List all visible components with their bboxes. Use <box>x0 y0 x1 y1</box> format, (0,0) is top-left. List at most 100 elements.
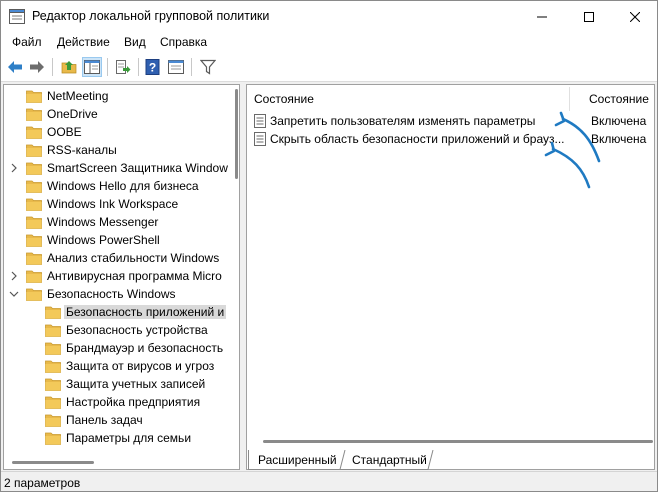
menu-view[interactable]: Вид <box>124 35 146 49</box>
back-arrow-icon <box>8 61 22 73</box>
tree-item-label: NetMeeting <box>47 89 109 103</box>
policy-setting-icon <box>254 114 266 128</box>
tree-item[interactable]: Антивирусная программа Micro <box>4 267 239 285</box>
menu-file[interactable]: Файл <box>12 35 42 49</box>
toolbar-separator <box>107 58 108 76</box>
tree-item[interactable]: SmartScreen Защитника Window <box>4 159 239 177</box>
up-one-level-button[interactable] <box>59 57 79 77</box>
folder-icon <box>26 251 42 265</box>
close-button[interactable] <box>612 1 658 32</box>
tree-item-label: RSS-каналы <box>47 143 117 157</box>
tab-standard-label: Стандартный <box>352 453 427 467</box>
folder-icon <box>26 197 42 211</box>
tree-item-label: Защита от вирусов и угроз <box>66 359 215 373</box>
folder-icon <box>45 395 61 409</box>
folder-icon <box>26 143 42 157</box>
folder-icon <box>45 359 61 373</box>
tree-item-label: Панель задач <box>66 413 143 427</box>
tree-item[interactable]: Защита учетных записей <box>4 375 239 393</box>
tree-item-label: Защита учетных записей <box>66 377 206 391</box>
filter-icon <box>200 59 216 75</box>
tree-item[interactable]: Панель задач <box>4 411 239 429</box>
svg-text:?: ? <box>149 61 156 75</box>
tree-pane: NetMeeting OneDrive OOBE RSS-каналы SmartScr… <box>3 84 240 470</box>
toolbar-separator <box>52 58 53 76</box>
up-folder-icon <box>61 61 77 74</box>
folder-icon <box>26 179 42 193</box>
tree-item[interactable]: RSS-каналы <box>4 141 239 159</box>
column-header-state[interactable]: Состояние <box>570 85 654 112</box>
tree-item[interactable]: Брандмауэр и безопасность <box>4 339 239 357</box>
menu-help[interactable]: Справка <box>160 35 207 49</box>
tree-item-label: Антивирусная программа Micro <box>47 269 222 283</box>
policy-name: Запретить пользователям изменять парамет… <box>270 114 536 128</box>
tree-item[interactable]: Безопасность устройства <box>4 321 239 339</box>
tree-hscroll-thumb[interactable] <box>12 461 94 464</box>
tree-item[interactable]: OOBE <box>4 123 239 141</box>
tree-item[interactable]: Windows Ink Workspace <box>4 195 239 213</box>
column-header-name[interactable]: Состояние <box>247 85 569 112</box>
policy-list-pane: Состояние Состояние Запретить пользовате… <box>246 84 655 470</box>
folder-icon <box>45 323 61 337</box>
tree-item[interactable]: Безопасность Windows <box>4 285 239 303</box>
tab-extended-label: Расширенный <box>258 453 337 467</box>
tree-item-label: Параметры для семьи <box>66 431 192 445</box>
show-hide-tree-button[interactable] <box>82 57 102 77</box>
tree-item[interactable]: NetMeeting <box>4 87 239 105</box>
toolbar: ? <box>1 53 657 82</box>
tree-item-label: OOBE <box>47 125 82 139</box>
back-button[interactable] <box>5 57 25 77</box>
tree-item-label: Windows Ink Workspace <box>47 197 179 211</box>
window-title: Редактор локальной групповой политики <box>32 9 270 23</box>
tree-horizontal-scrollbar[interactable] <box>4 454 232 469</box>
help-button[interactable]: ? <box>143 57 163 77</box>
tree-scroll-thumb[interactable] <box>235 89 238 179</box>
policy-row[interactable]: Скрыть область безопасности приложений и… <box>247 129 654 149</box>
folder-icon <box>26 125 42 139</box>
tree-item[interactable]: OneDrive <box>4 105 239 123</box>
toolbar-separator <box>191 58 192 76</box>
minimize-icon <box>537 16 547 17</box>
folder-icon <box>45 305 61 319</box>
tree-item[interactable]: Windows Messenger <box>4 213 239 231</box>
minimize-button[interactable] <box>519 1 565 32</box>
policy-name: Скрыть область безопасности приложений и… <box>270 132 565 146</box>
filter-button[interactable] <box>198 57 218 77</box>
tree-item[interactable]: Параметры для семьи <box>4 429 239 447</box>
policy-horizontal-scrollbar[interactable] <box>263 440 653 443</box>
tree-item-label: Windows Hello для бизнеса <box>47 179 199 193</box>
tree-item[interactable]: Windows PowerShell <box>4 231 239 249</box>
tree-item[interactable]: Windows Hello для бизнеса <box>4 177 239 195</box>
folder-icon <box>26 215 42 229</box>
tree-item[interactable]: Безопасность приложений и <box>4 303 239 321</box>
forward-button[interactable] <box>27 57 47 77</box>
policy-state: Включена <box>591 114 647 128</box>
policy-state: Включена <box>591 132 647 146</box>
folder-icon <box>26 161 42 175</box>
tree-item-label: Безопасность приложений и <box>64 305 227 319</box>
status-text: 2 параметров <box>4 476 81 490</box>
chevron-right-icon[interactable] <box>9 162 19 174</box>
tab-standard[interactable]: Стандартный <box>343 450 433 469</box>
folder-icon <box>45 413 61 427</box>
show-hide-tree-icon <box>84 60 100 74</box>
chevron-down-icon[interactable] <box>9 288 19 300</box>
tree-vertical-scrollbar[interactable] <box>232 85 239 453</box>
column-header-state-label: Состояние <box>589 92 649 106</box>
tree-item-label: Безопасность устройства <box>66 323 208 337</box>
title-bar: Редактор локальной групповой политики <box>1 1 657 32</box>
column-header-name-label: Состояние <box>254 92 314 106</box>
extended-view-button[interactable] <box>166 57 186 77</box>
gpedit-app-icon <box>9 9 25 24</box>
tree-item[interactable]: Настройка предприятия <box>4 393 239 411</box>
menu-action[interactable]: Действие <box>57 35 110 49</box>
export-list-button[interactable] <box>113 57 133 77</box>
maximize-button[interactable] <box>566 1 612 32</box>
tab-extended[interactable]: Расширенный <box>248 450 343 469</box>
folder-icon <box>26 269 42 283</box>
chevron-right-icon[interactable] <box>9 270 19 282</box>
tree-item[interactable]: Защита от вирусов и угроз <box>4 357 239 375</box>
policy-row[interactable]: Запретить пользователям изменять парамет… <box>247 111 654 131</box>
forward-arrow-icon <box>30 61 44 73</box>
tree-item[interactable]: Анализ стабильности Windows <box>4 249 239 267</box>
